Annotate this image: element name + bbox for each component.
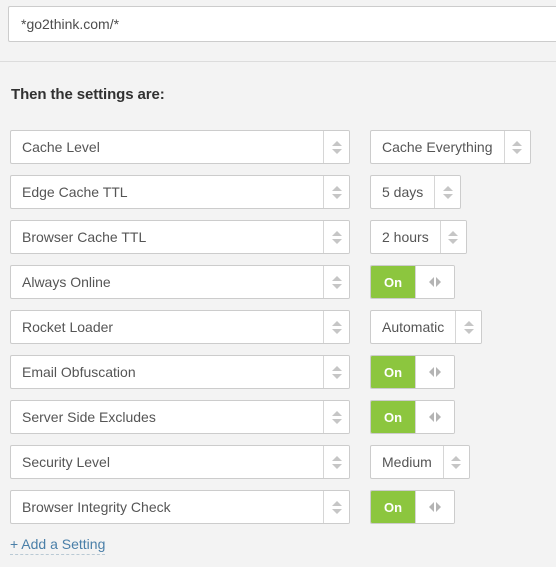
setting-row: Rocket Loader Automatic [0,310,556,355]
stepper-arrows-icon[interactable] [442,446,469,478]
setting-row: Edge Cache TTL 5 days [0,175,556,220]
url-pattern-section [0,0,556,62]
stepper-arrows-icon[interactable] [323,266,349,298]
setting-value-container: On [370,400,455,434]
setting-value-label: 2 hours [382,229,429,245]
stepper-arrows-icon[interactable] [323,356,349,388]
setting-value-container: 2 hours [370,220,467,254]
stepper-arrows-icon[interactable] [323,221,349,253]
setting-value-toggle[interactable]: On [370,265,455,299]
setting-value-toggle[interactable]: On [370,355,455,389]
setting-name-select[interactable]: Browser Cache TTL [10,220,350,254]
setting-value-container: On [370,355,455,389]
stepper-arrows-icon[interactable] [323,401,349,433]
setting-name-label: Browser Cache TTL [22,229,147,245]
setting-value-container: On [370,490,455,524]
settings-list: Cache Level Cache Everything Edge Cache TT… [0,130,556,535]
setting-row: Server Side Excludes On [0,400,556,445]
stepper-arrows-icon[interactable] [323,491,349,523]
stepper-arrows-icon[interactable] [434,176,461,208]
setting-value-container: 5 days [370,175,462,209]
setting-value-label: Cache Everything [382,139,493,155]
setting-name-label: Browser Integrity Check [22,499,171,515]
setting-name-select[interactable]: Server Side Excludes [10,400,350,434]
toggle-state-label: On [371,356,415,388]
setting-value-toggle[interactable]: On [370,400,455,434]
setting-name-select[interactable]: Rocket Loader [10,310,350,344]
settings-heading: Then the settings are: [11,86,165,103]
toggle-state-label: On [371,491,415,523]
stepper-arrows-icon[interactable] [323,311,349,343]
setting-value-select[interactable]: 5 days [370,175,462,209]
toggle-handle-arrows-icon[interactable] [415,491,454,523]
setting-name-label: Edge Cache TTL [22,184,128,200]
setting-value-select[interactable]: Medium [370,445,470,479]
toggle-state-label: On [371,266,415,298]
setting-name-label: Email Obfuscation [22,364,136,380]
setting-name-label: Server Side Excludes [22,409,156,425]
setting-name-select[interactable]: Email Obfuscation [10,355,350,389]
url-pattern-input[interactable] [8,6,556,42]
stepper-arrows-icon[interactable] [455,311,482,343]
toggle-handle-arrows-icon[interactable] [415,401,454,433]
setting-value-select[interactable]: 2 hours [370,220,467,254]
setting-value-container: On [370,265,455,299]
setting-name-label: Security Level [22,454,110,470]
stepper-arrows-icon[interactable] [323,446,349,478]
stepper-arrows-icon[interactable] [323,176,349,208]
setting-value-container: Cache Everything [370,130,531,164]
setting-value-toggle[interactable]: On [370,490,455,524]
stepper-arrows-icon[interactable] [439,221,466,253]
setting-row: Always Online On [0,265,556,310]
toggle-state-label: On [371,401,415,433]
setting-value-select[interactable]: Cache Everything [370,130,531,164]
setting-value-label: Medium [382,454,432,470]
setting-value-container: Automatic [370,310,483,344]
setting-name-label: Always Online [22,274,111,290]
setting-row: Browser Integrity Check On [0,490,556,535]
add-setting-link[interactable]: + Add a Setting [10,536,106,555]
setting-value-select[interactable]: Automatic [370,310,483,344]
setting-name-select[interactable]: Edge Cache TTL [10,175,350,209]
setting-row: Email Obfuscation On [0,355,556,400]
setting-name-label: Cache Level [22,139,100,155]
stepper-arrows-icon[interactable] [503,131,530,163]
page-rule-settings-panel: Then the settings are: Cache LevelCache … [0,0,556,567]
stepper-arrows-icon[interactable] [323,131,349,163]
setting-row: Cache Level Cache Everything [0,130,556,175]
setting-row: Browser Cache TTL 2 hours [0,220,556,265]
setting-name-select[interactable]: Browser Integrity Check [10,490,350,524]
setting-row: Security Level Medium [0,445,556,490]
setting-value-container: Medium [370,445,470,479]
toggle-handle-arrows-icon[interactable] [415,266,454,298]
setting-value-label: 5 days [382,184,424,200]
setting-name-select[interactable]: Always Online [10,265,350,299]
setting-name-select[interactable]: Cache Level [10,130,350,164]
setting-name-select[interactable]: Security Level [10,445,350,479]
setting-name-label: Rocket Loader [22,319,114,335]
toggle-handle-arrows-icon[interactable] [415,356,454,388]
setting-value-label: Automatic [382,319,445,335]
